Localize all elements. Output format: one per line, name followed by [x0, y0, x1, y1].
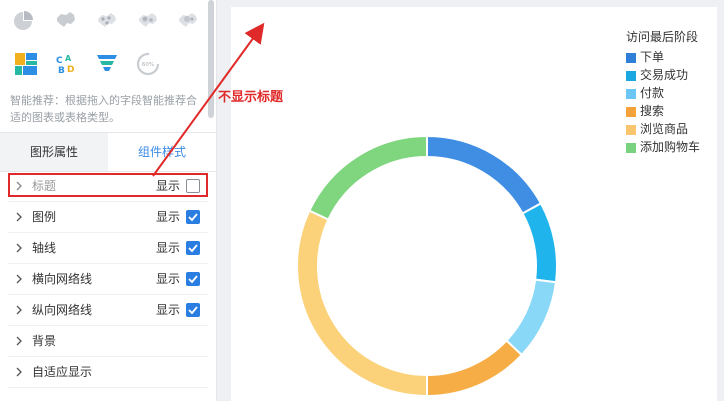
donut-slice[interactable]	[426, 134, 543, 215]
donut-slice[interactable]	[521, 202, 558, 284]
annotation-text: 不显示标题	[218, 90, 284, 105]
legend-label: 交易成功	[640, 68, 689, 82]
legend-swatch	[626, 143, 636, 153]
donut-slice[interactable]	[505, 278, 558, 357]
legend-label: 搜索	[640, 104, 665, 118]
legend-label: 添加购物车	[640, 140, 701, 154]
legend-swatch	[626, 89, 636, 99]
legend-swatch	[626, 125, 636, 135]
donut-chart	[296, 134, 558, 398]
legend-title: 访问最后阶段	[626, 30, 699, 44]
legend-label: 浏览商品	[640, 122, 689, 136]
donut-slice[interactable]	[296, 209, 428, 398]
donut-slice[interactable]	[426, 339, 524, 398]
donut-slice[interactable]	[308, 134, 428, 221]
legend-swatch	[626, 53, 636, 63]
legend-swatch	[626, 107, 636, 117]
legend-label: 付款	[640, 86, 665, 100]
chart-svg	[152, 22, 558, 398]
legend-label: 下单	[640, 50, 665, 64]
legend-swatch	[626, 71, 636, 81]
